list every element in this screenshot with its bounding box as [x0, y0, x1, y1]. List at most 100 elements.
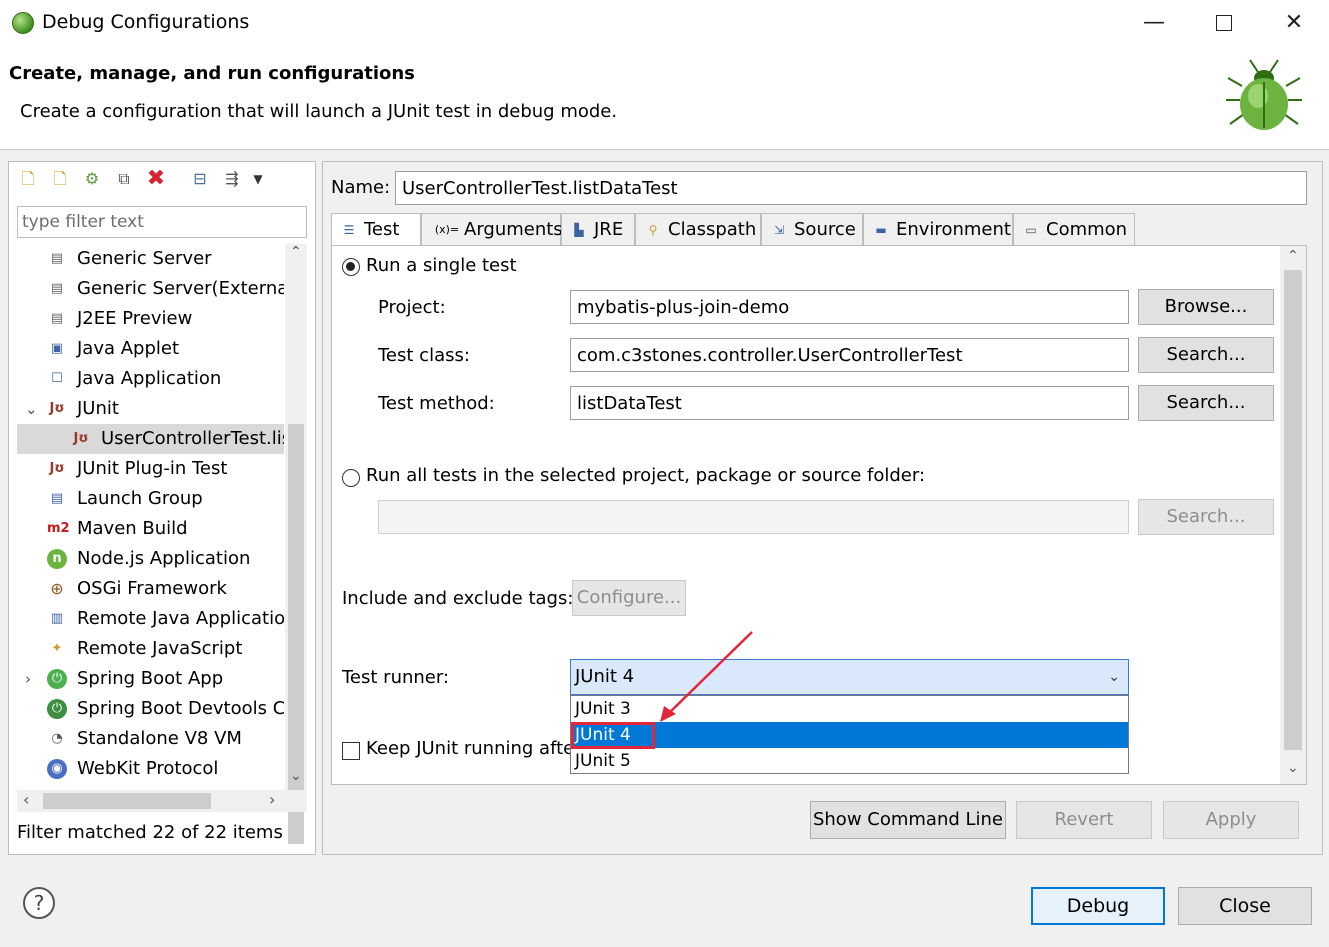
left-toolbar: 🗋 🗋 ⚙ ⧉ ✖ ⊟ ⇶ ▼	[17, 166, 307, 194]
tree-horizontal-scrollbar[interactable]: ‹ ›	[17, 790, 307, 812]
run-single-test-radio[interactable]	[342, 258, 360, 276]
scroll-right-icon[interactable]: ›	[269, 790, 275, 809]
show-command-line-button[interactable]: Show Command Line	[810, 801, 1006, 839]
filter-status: Filter matched 22 of 22 items	[17, 822, 283, 843]
scroll-left-icon[interactable]: ‹	[23, 790, 29, 809]
v8-icon: ◔	[51, 731, 63, 746]
test-class-input[interactable]	[570, 338, 1129, 372]
tree-item-usercontrollertest[interactable]: Jʊ UserControllerTest.lis	[17, 424, 284, 454]
configuration-list-panel: 🗋 🗋 ⚙ ⧉ ✖ ⊟ ⇶ ▼ ▤ Generic Server ▤ Gener…	[8, 161, 316, 855]
tab-jre[interactable]: ▙ JRE	[561, 213, 635, 245]
tree-item-junit[interactable]: ⌄ Jʊ JUnit	[17, 394, 284, 424]
tree-item-spring-boot-app[interactable]: › ⏻ Spring Boot App	[17, 664, 284, 694]
export-icon[interactable]: ⚙	[81, 168, 103, 190]
runner-option-junit5[interactable]: JUnit 5	[571, 748, 1128, 774]
annotation-arrow	[660, 631, 753, 722]
tree-item-spring-boot-devtools[interactable]: ⏻ Spring Boot Devtools C	[17, 694, 284, 724]
debug-button[interactable]: Debug	[1031, 887, 1165, 925]
chevron-down-icon: ⌄	[1108, 669, 1120, 685]
project-label: Project:	[378, 297, 446, 318]
search-method-button[interactable]: Search...	[1138, 385, 1274, 421]
tab-bar: ☰ Test (x)= Arguments ▙ JRE ⚲ Classpath …	[331, 213, 1307, 245]
tree-item-remote-javascript[interactable]: ✦ Remote JavaScript	[17, 634, 284, 664]
maximize-icon	[1216, 15, 1232, 31]
test-runner-label: Test runner:	[342, 667, 450, 688]
nodejs-icon: n	[47, 549, 67, 569]
test-method-label: Test method:	[378, 393, 495, 414]
name-input[interactable]	[395, 171, 1307, 205]
arguments-icon: (x)=	[434, 223, 460, 236]
keep-running-checkbox[interactable]	[342, 742, 360, 760]
tree-item-junit-plugin-test[interactable]: Jʊ JUnit Plug-in Test	[17, 454, 284, 484]
tags-label: Include and exclude tags:	[342, 588, 574, 609]
filter-input[interactable]	[17, 206, 307, 238]
environment-icon: ▬	[875, 223, 887, 237]
collapse-all-icon[interactable]: ⊟	[189, 168, 211, 190]
collapsed-chevron-icon[interactable]: ›	[25, 664, 31, 694]
tree-item-generic-server[interactable]: ▤ Generic Server	[17, 244, 284, 274]
classpath-icon: ⚲	[648, 223, 658, 237]
webkit-icon: ◉	[47, 759, 67, 779]
new-configuration-icon[interactable]: 🗋	[17, 168, 39, 190]
remote-js-icon: ✦	[51, 641, 63, 656]
launch-group-icon: ▤	[50, 491, 64, 506]
applet-icon: ▣	[50, 341, 64, 356]
tree-vertical-scrollbar[interactable]: ⌃ ⌄	[285, 244, 307, 844]
tree-item-j2ee-preview[interactable]: ▤ J2EE Preview	[17, 304, 284, 334]
run-all-tests-label: Run all tests in the selected project, p…	[366, 465, 926, 486]
tree-item-remote-java-application[interactable]: ▥ Remote Java Applicatio	[17, 604, 284, 634]
tree-item-maven-build[interactable]: m2 Maven Build	[17, 514, 284, 544]
header-title: Create, manage, and run configurations	[9, 63, 415, 84]
view-menu-icon[interactable]: ▼	[247, 168, 269, 190]
scroll-down-icon[interactable]: ⌄	[290, 768, 302, 784]
minimize-button[interactable]: —	[1119, 0, 1189, 46]
scroll-down-icon[interactable]: ⌄	[1287, 760, 1299, 776]
configuration-tree: ▤ Generic Server ▤ Generic Server(Extern…	[17, 244, 284, 790]
duplicate-icon[interactable]: ⧉	[113, 168, 135, 190]
tab-common[interactable]: ▭ Common	[1013, 213, 1135, 245]
run-all-tests-radio[interactable]	[342, 469, 360, 487]
java-app-icon: ☐	[51, 371, 63, 386]
configure-button: Configure...	[572, 580, 686, 616]
tree-item-webkit-protocol[interactable]: ◉ WebKit Protocol	[17, 754, 284, 784]
expanded-chevron-icon[interactable]: ⌄	[25, 394, 38, 424]
minimize-icon: —	[1143, 10, 1165, 35]
help-icon: ?	[33, 891, 45, 915]
filter-icon[interactable]: ⇶	[221, 168, 243, 190]
close-icon: ✕	[1284, 10, 1304, 35]
new-prototype-icon[interactable]: 🗋	[49, 168, 71, 190]
dialog-header: Create, manage, and run configurations C…	[0, 46, 1329, 150]
tree-item-java-applet[interactable]: ▣ Java Applet	[17, 334, 284, 364]
tree-item-nodejs-application[interactable]: n Node.js Application	[17, 544, 284, 574]
browse-button[interactable]: Browse...	[1138, 289, 1274, 325]
tab-arguments[interactable]: (x)= Arguments	[421, 213, 563, 245]
junit-icon: Jʊ	[49, 401, 65, 416]
content-vertical-scrollbar[interactable]: ⌃ ⌄	[1280, 246, 1306, 784]
tree-item-osgi-framework[interactable]: ⊕ OSGi Framework	[17, 574, 284, 604]
window-close-button[interactable]: ✕	[1259, 0, 1329, 46]
tree-item-standalone-v8-vm[interactable]: ◔ Standalone V8 VM	[17, 724, 284, 754]
scroll-up-icon[interactable]: ⌃	[1287, 248, 1299, 264]
junit-plugin-icon: Jʊ	[49, 461, 65, 476]
maximize-button[interactable]	[1189, 0, 1259, 46]
close-button[interactable]: Close	[1178, 887, 1312, 925]
tab-source[interactable]: ⇲ Source	[761, 213, 863, 245]
test-method-input[interactable]	[570, 386, 1129, 420]
window-title: Debug Configurations	[42, 11, 250, 33]
scrollbar-thumb[interactable]	[43, 793, 211, 809]
scrollbar-thumb[interactable]	[1284, 270, 1302, 750]
tree-item-java-application[interactable]: ☐ Java Application	[17, 364, 284, 394]
project-input[interactable]	[570, 290, 1129, 324]
tab-environment[interactable]: ▬ Environment	[863, 213, 1013, 245]
tab-test[interactable]: ☰ Test	[331, 213, 421, 245]
scroll-up-icon[interactable]: ⌃	[290, 244, 302, 260]
osgi-icon: ⊕	[50, 579, 64, 598]
help-button[interactable]: ?	[23, 887, 55, 919]
tab-classpath[interactable]: ⚲ Classpath	[635, 213, 761, 245]
tree-item-generic-server-external[interactable]: ▤ Generic Server(External	[17, 274, 284, 304]
delete-icon[interactable]: ✖	[145, 168, 167, 190]
search-class-button[interactable]: Search...	[1138, 337, 1274, 373]
test-class-label: Test class:	[378, 345, 470, 366]
tree-item-launch-group[interactable]: ▤ Launch Group	[17, 484, 284, 514]
maven-icon: m2	[47, 521, 70, 536]
